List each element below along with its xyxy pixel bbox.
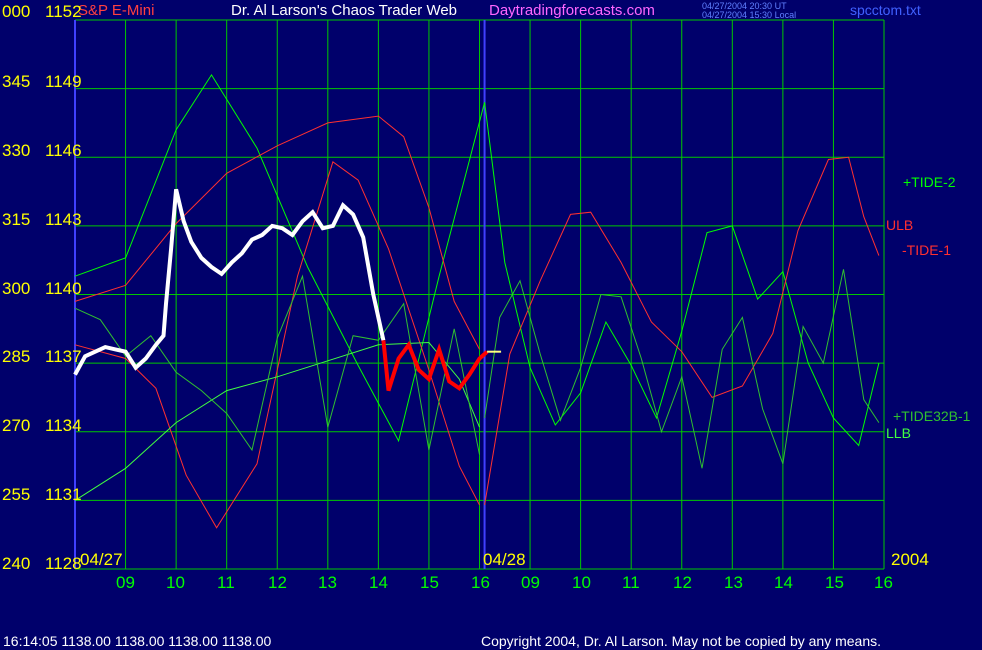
y-angle-1134: 270	[2, 416, 31, 435]
y-price-1131: 1131	[45, 485, 82, 504]
y-price-1140: 1140	[45, 279, 82, 298]
hour-label: 10	[572, 573, 591, 592]
price-line-red	[381, 340, 489, 392]
y-angle-1152: 000	[2, 2, 31, 21]
copyright: Copyright 2004, Dr. Al Larson. May not b…	[481, 633, 882, 649]
y-price-1134: 1134	[45, 416, 82, 435]
price-line-white	[73, 188, 386, 376]
time-local: 04/27/2004 15:30 Local	[702, 10, 797, 20]
hour-label: 16	[874, 573, 893, 592]
hour-label: 15	[825, 573, 844, 592]
legend-ulb: ULB	[886, 217, 914, 233]
legend-tide2: +TIDE-2	[903, 174, 956, 190]
y-angle-1137: 285	[2, 347, 31, 366]
hour-label: 16	[471, 573, 490, 592]
y-angle-1149: 345	[2, 72, 31, 91]
y-price-1128: 1128	[45, 554, 82, 573]
hour-label: 15	[420, 573, 439, 592]
series-line	[74, 73, 486, 443]
legend-tide32b: +TIDE32B-1	[893, 408, 971, 424]
y-angle-1131: 255	[2, 485, 31, 504]
hour-label: 12	[673, 573, 692, 592]
chart-title: Dr. Al Larson's Chaos Trader Web	[231, 2, 458, 19]
y-angle-1146: 330	[2, 141, 31, 160]
legend-tide1: -TIDE-1	[902, 242, 951, 258]
hour-label: 11	[622, 573, 640, 592]
date-label-next: 04/28	[483, 550, 526, 569]
hour-label: 13	[318, 573, 337, 592]
last-quote: 16:14:05 1138.00 1138.00 1138.00 1138.00	[3, 633, 272, 649]
hour-label: 12	[268, 573, 287, 592]
legend-llb: LLB	[886, 425, 911, 441]
site-link[interactable]: Daytradingforecasts.com	[489, 2, 655, 19]
data-file-label: spcctom.txt	[850, 2, 921, 18]
hour-label: 14	[369, 573, 388, 592]
y-angle-1140: 300	[2, 279, 31, 298]
y-angle-1143: 315	[2, 210, 31, 229]
hour-label: 14	[774, 573, 793, 592]
chart-window: S&P E-Mini Dr. Al Larson's Chaos Trader …	[0, 0, 982, 650]
y-price-1149: 1149	[45, 72, 82, 91]
hour-label: 11	[217, 573, 235, 592]
y-price-1152: 1152	[45, 2, 82, 21]
y-angle-1128: 240	[2, 554, 31, 573]
date-label-start: 04/27	[80, 550, 123, 569]
y-price-1143: 1143	[45, 210, 82, 229]
hour-label: 09	[521, 573, 540, 592]
hour-label: 09	[116, 573, 135, 592]
instrument-label: S&P E-Mini	[78, 2, 155, 19]
year-label: 2004	[891, 550, 929, 569]
y-price-1137: 1137	[45, 347, 82, 366]
y-price-1146: 1146	[45, 141, 82, 160]
hour-label: 13	[724, 573, 743, 592]
hour-label: 10	[166, 573, 185, 592]
